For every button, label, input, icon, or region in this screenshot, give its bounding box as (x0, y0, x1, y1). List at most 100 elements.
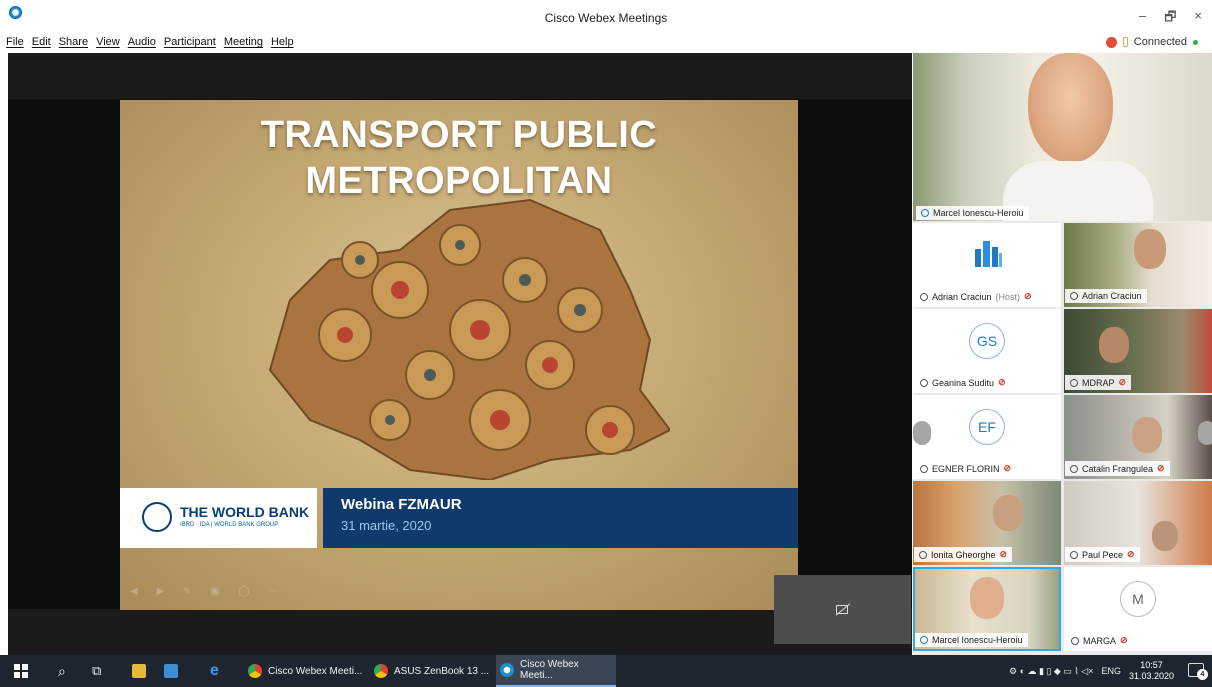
gears-map-illustration (268, 198, 670, 480)
muted-mic-icon: ⊘ (1157, 463, 1165, 473)
participant-avatar: GS (969, 323, 1005, 359)
muted-mic-icon: ⊘ (1120, 635, 1128, 645)
menu-meeting[interactable]: Meeting (224, 36, 263, 48)
audio-icon (920, 292, 928, 301)
participant-avatar: EF (969, 409, 1005, 445)
taskbar-item[interactable]: ASUS ZenBook 13 ... (370, 655, 493, 687)
chrome-icon (374, 664, 388, 678)
connection-label: Connected (1133, 36, 1187, 48)
audio-icon (1070, 464, 1078, 473)
language-indicator[interactable]: ENG (1101, 666, 1121, 676)
taskbar-item-active[interactable]: Cisco Webex Meeti... (496, 655, 616, 687)
participant-name: Paul Pece (1082, 549, 1124, 560)
participant-face (993, 495, 1023, 531)
connection-status[interactable]: Connected (1105, 36, 1198, 48)
muted-mic-icon: ⊘ (999, 549, 1008, 559)
menu-edit[interactable]: Edit (32, 36, 51, 48)
participant-face (970, 577, 1004, 619)
self-view-tile[interactable] (774, 575, 911, 644)
taskbar-item-label: Cisco Webex Meeti... (520, 659, 579, 681)
participant-tile[interactable]: M MARGA ⊘ (1064, 567, 1212, 651)
participant-tile[interactable]: MDRAP ⊘ (1064, 309, 1212, 393)
clock-date: 31.03.2020 (1128, 671, 1174, 681)
task-view-icon[interactable]: ⧉ (88, 655, 105, 687)
menu-view[interactable]: View (96, 36, 120, 48)
audio-icon (920, 464, 928, 473)
scroll-right-button[interactable] (1198, 421, 1212, 445)
lock-icon[interactable] (1122, 37, 1128, 47)
audio-icon (920, 378, 928, 387)
menu-share[interactable]: Share (59, 36, 88, 48)
participant-tile[interactable]: Paul Pece ⊘ (1064, 481, 1212, 565)
muted-mic-icon: ⊘ (1003, 463, 1012, 473)
search-icon[interactable]: ⌕ (54, 655, 70, 687)
window-controls: – 🗗 × (1139, 8, 1202, 30)
participant-name: Catalin Frangulea (1082, 463, 1154, 474)
speaker-face (1028, 53, 1113, 163)
taskbar-item-label: Cisco Webex Meeti... (268, 665, 363, 677)
file-explorer-icon[interactable] (128, 655, 150, 687)
title-bar: Cisco Webex Meetings – 🗗 × (0, 0, 1212, 34)
world-bank-subtitle: IBRD · IDA | WORLD BANK GROUP (180, 522, 279, 528)
participant-tile[interactable]: Ionita Gheorghe ⊘ (913, 481, 1061, 565)
participant-tile-self[interactable]: Marcel Ionescu-Heroiu (913, 567, 1061, 651)
participants-panel: Marcel Ionescu-Heroiu Adrian Craciun (Ho… (913, 53, 1212, 655)
taskbar-item-label: ASUS ZenBook 13 ... (394, 665, 490, 677)
participant-name: EGNER FLORIN (932, 463, 1000, 474)
participant-label: MARGA ⊘ (1066, 633, 1133, 648)
windows-icon (14, 664, 28, 678)
participant-face (1152, 521, 1178, 551)
participant-label: Catalin Frangulea ⊘ (1065, 461, 1170, 476)
webinar-title: Webina FZMAUR (341, 496, 462, 513)
world-bank-logo-box: THE WORLD BANK IBRD · IDA | WORLD BANK G… (120, 488, 317, 548)
minimize-button[interactable]: – (1139, 8, 1146, 30)
active-speaker-video[interactable] (913, 53, 1212, 221)
start-button[interactable] (10, 655, 32, 687)
muted-mic-icon: ⊘ (998, 377, 1006, 387)
participant-tile[interactable]: GS Geanina Suditu ⊘ (913, 309, 1061, 393)
participant-tile[interactable]: Adrian Craciun (Host) ⊘ (913, 223, 1061, 307)
participant-label: Ionita Gheorghe ⊘ (914, 547, 1013, 562)
participant-label: Geanina Suditu ⊘ (915, 375, 1011, 390)
camera-off-icon (836, 605, 848, 614)
menu-help[interactable]: Help (271, 36, 294, 48)
menu-audio[interactable]: Audio (128, 36, 156, 48)
participant-name: Adrian Craciun (932, 291, 992, 302)
taskbar-item[interactable]: Cisco Webex Meeti... (244, 655, 366, 687)
edge-icon[interactable]: e (206, 655, 223, 687)
participant-name: Ionita Gheorghe (931, 549, 996, 560)
participant-face (1099, 327, 1129, 363)
participant-label: Adrian Craciun (Host) ⊘ (915, 289, 1037, 304)
chrome-icon (248, 664, 262, 678)
close-button[interactable]: × (1194, 8, 1202, 30)
audio-icon (1070, 292, 1078, 300)
participant-name: MARGA (1083, 635, 1117, 646)
menu-bar: File Edit Share View Audio Participant M… (6, 36, 294, 48)
mail-icon[interactable] (160, 655, 182, 687)
clock[interactable]: 10:57 31.03.2020 (1129, 660, 1174, 682)
menu-participant[interactable]: Participant (164, 36, 216, 48)
audio-icon (1071, 636, 1079, 645)
participant-tile[interactable]: EF EGNER FLORIN ⊘ (913, 395, 1061, 479)
speaker-icon (920, 636, 928, 644)
system-tray: ⚙ ◐ ☁ ▮ ▯ ◆ ▭ ⌇ ◁× ENG 10:57 31.03.2020 (1009, 655, 1174, 687)
participant-label: Adrian Craciun (1065, 289, 1147, 303)
tray-icons[interactable]: ⚙ ◐ ☁ ▮ ▯ ◆ ▭ ⌇ ◁× (1009, 666, 1093, 677)
participant-label: EGNER FLORIN ⊘ (915, 461, 1016, 476)
audio-icon (919, 550, 927, 559)
active-speaker-name: Marcel Ionescu-Heroiu (933, 208, 1024, 218)
participant-avatar: M (1120, 581, 1156, 617)
scroll-left-button[interactable] (913, 421, 931, 445)
participant-tile[interactable]: Catalin Frangulea ⊘ (1064, 395, 1212, 479)
muted-mic-icon: ⊘ (1118, 377, 1127, 387)
menu-file[interactable]: File (6, 36, 24, 48)
window-title: Cisco Webex Meetings (544, 11, 668, 25)
recording-icon[interactable] (1105, 36, 1117, 48)
audio-icon (1070, 378, 1078, 387)
city-logo-icon (975, 241, 1002, 267)
participant-tile[interactable]: Adrian Craciun (1064, 223, 1212, 307)
restore-button[interactable]: 🗗 (1164, 8, 1176, 30)
webinar-date: 31 martie, 2020 (341, 518, 432, 533)
participant-label: Marcel Ionescu-Heroiu (915, 633, 1028, 647)
slide-controls-ghost[interactable]: ◀ ▶ ✎ ▣ ◯ ⋯ (130, 586, 286, 597)
